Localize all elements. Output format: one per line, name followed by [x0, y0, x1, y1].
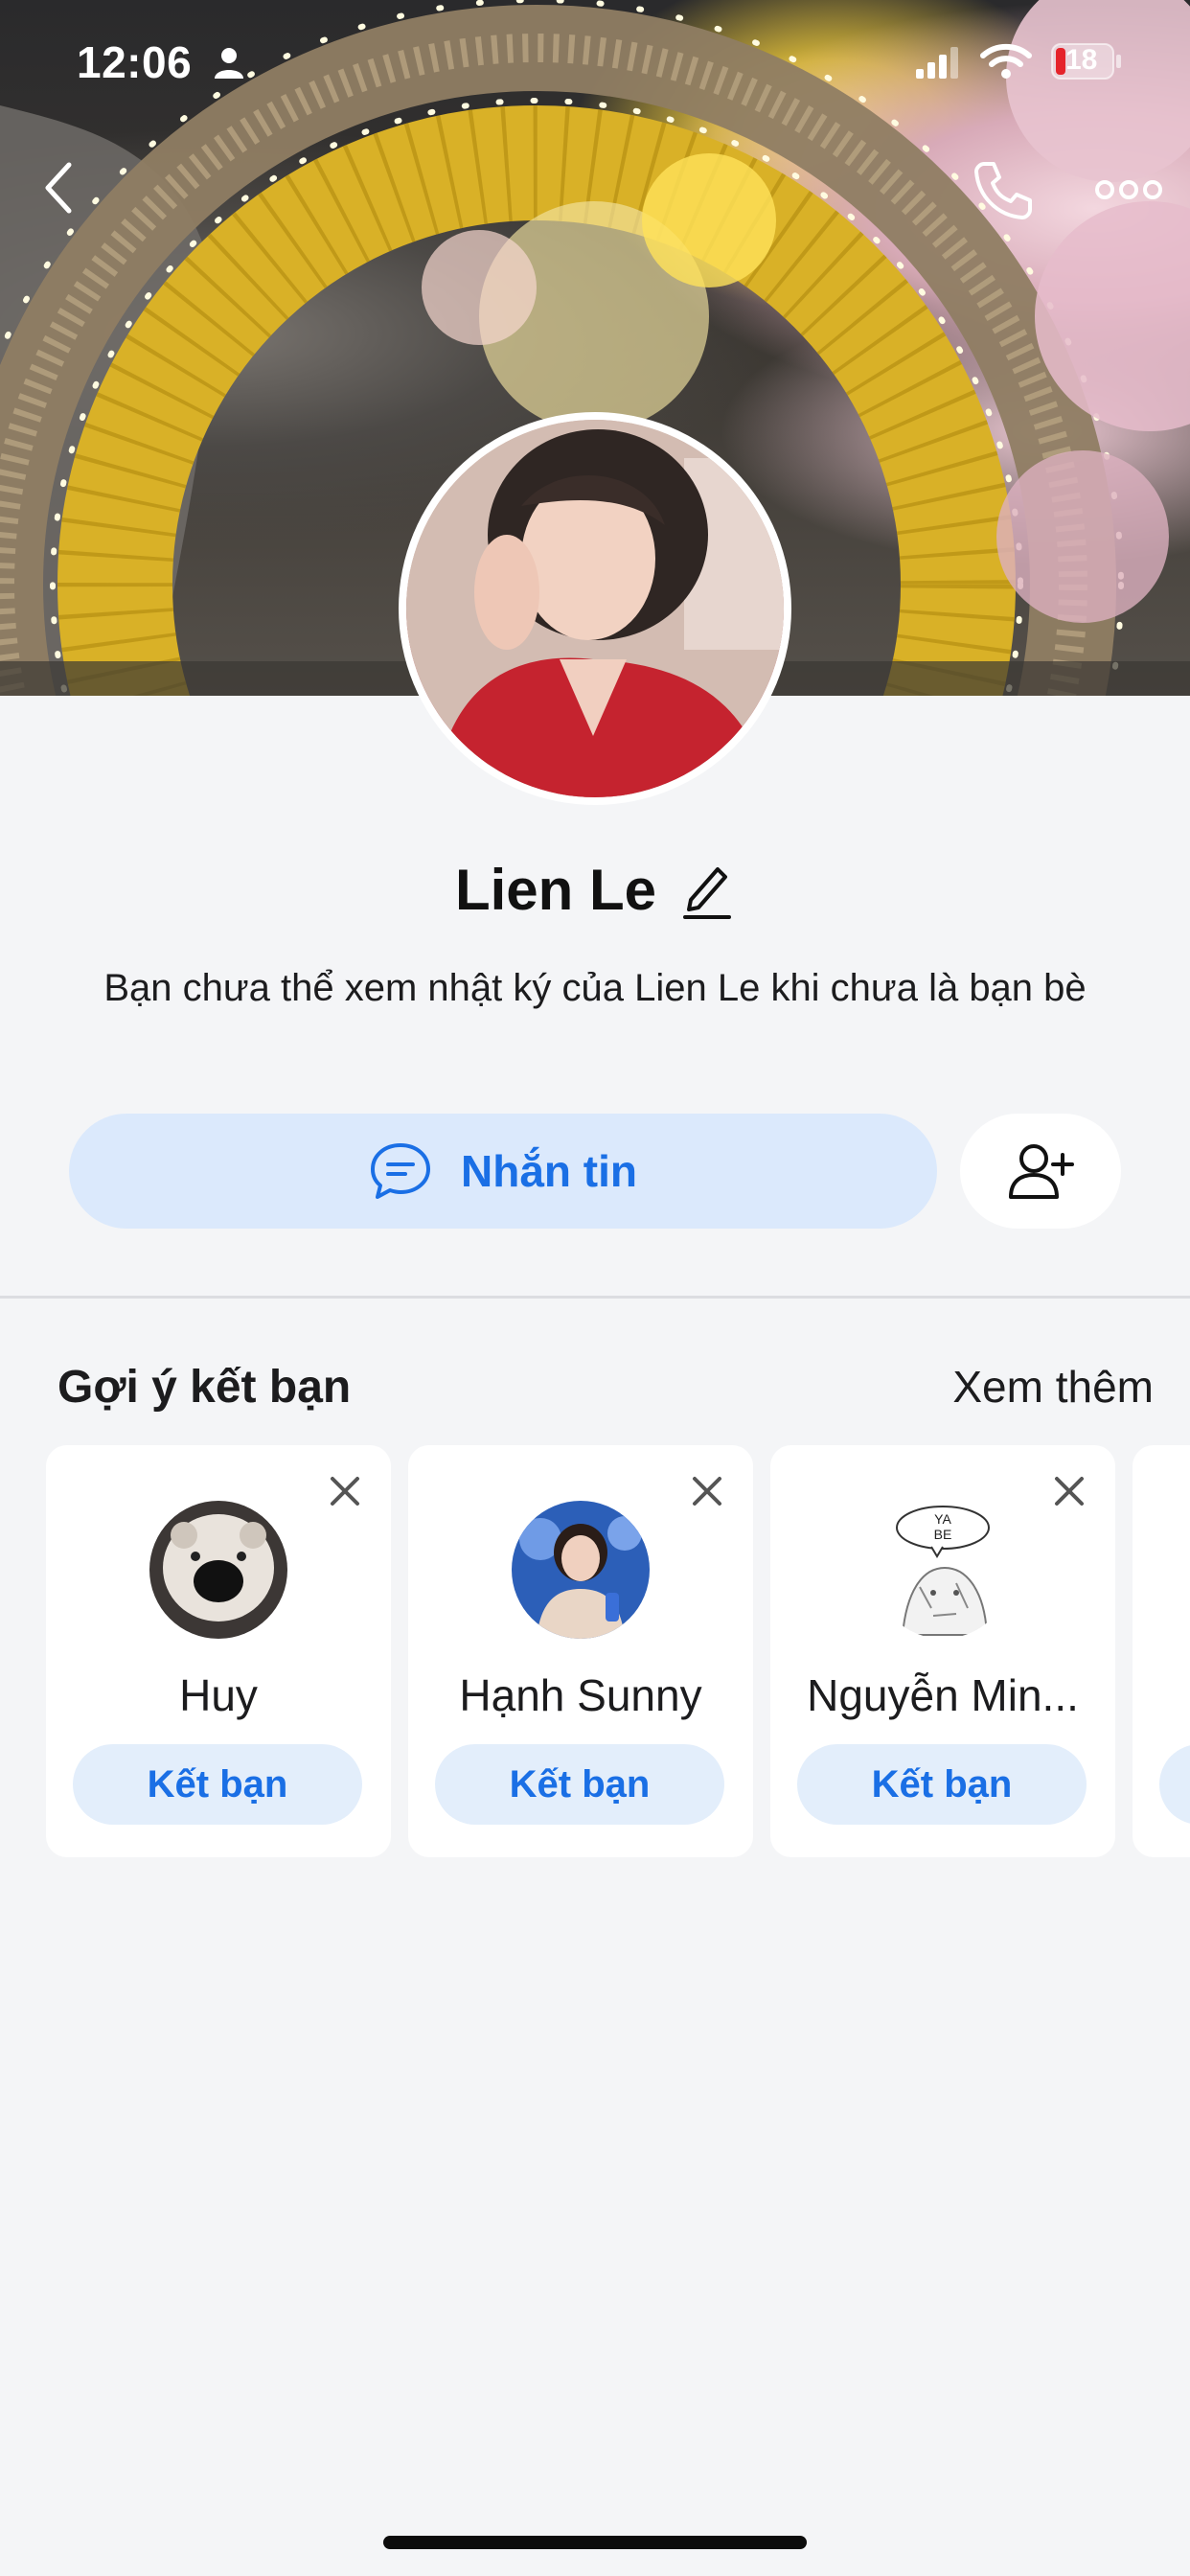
avatar-text-1: YA: [934, 1511, 951, 1527]
suggestion-avatar: [512, 1501, 650, 1639]
add-friend-suggestion-button[interactable]: Kết bạn: [435, 1744, 724, 1825]
see-more-link[interactable]: Xem thêm: [952, 1361, 1154, 1413]
add-friend-icon: [1009, 1144, 1074, 1199]
dismiss-suggestion-button[interactable]: [1044, 1466, 1094, 1516]
suggestion-name: Hạnh Sunny: [459, 1670, 702, 1720]
message-button-label: Nhắn tin: [461, 1146, 637, 1196]
person-icon: [213, 46, 245, 85]
message-button[interactable]: Nhắn tin: [69, 1114, 937, 1229]
avatar-photo: [406, 420, 784, 797]
profile-name-row: Lien Le: [0, 851, 1190, 928]
suggestion-avatar: YA BE: [874, 1501, 1012, 1639]
edit-name-button[interactable]: [677, 858, 735, 921]
home-indicator[interactable]: [383, 2536, 807, 2549]
chevron-left-icon: [45, 162, 72, 214]
pencil-icon: [683, 867, 732, 919]
battery-icon: 18: [1050, 42, 1123, 85]
signal-icon: [916, 46, 962, 83]
suggestion-card[interactable]: Hạnh Sunny Kết bạn: [408, 1445, 753, 1857]
avatar-text-2: BE: [934, 1527, 952, 1542]
close-icon: [331, 1477, 359, 1506]
add-friend-suggestion-button-partial[interactable]: [1159, 1744, 1190, 1825]
profile-name: Lien Le: [454, 857, 657, 922]
dismiss-suggestion-button[interactable]: [320, 1466, 370, 1516]
suggestion-card-partial[interactable]: [1133, 1445, 1190, 1857]
profile-screen: 12:06 18 Lien Le Bạn chưa thể xem nhật k…: [0, 0, 1190, 2576]
add-friend-suggestion-button[interactable]: Kết bạn: [73, 1744, 362, 1825]
diary-privacy-notice: Bạn chưa thể xem nhật ký của Lien Le khi…: [103, 967, 1087, 1009]
more-options-button[interactable]: [1088, 161, 1169, 218]
call-button[interactable]: [966, 153, 1039, 226]
profile-avatar[interactable]: [399, 412, 791, 805]
back-button[interactable]: [33, 153, 82, 222]
phone-icon: [974, 162, 1032, 219]
suggestion-name: Huy: [179, 1670, 258, 1720]
section-divider: [0, 1296, 1190, 1299]
add-friend-button[interactable]: [960, 1114, 1121, 1229]
more-dots-icon: [1095, 180, 1162, 199]
wifi-icon: [979, 42, 1033, 85]
close-icon: [1055, 1477, 1084, 1506]
suggestion-card[interactable]: Huy Kết bạn: [46, 1445, 391, 1857]
suggestion-name: Nguyễn Min...: [807, 1670, 1079, 1720]
suggestions-title: Gợi ý kết bạn: [57, 1362, 352, 1413]
suggestion-card[interactable]: YA BE Nguyễn Min... Kết bạn: [770, 1445, 1115, 1857]
dismiss-suggestion-button[interactable]: [682, 1466, 732, 1516]
add-friend-suggestion-button[interactable]: Kết bạn: [797, 1744, 1087, 1825]
suggestion-avatar: [149, 1501, 287, 1639]
close-icon: [693, 1477, 721, 1506]
chat-bubble-icon: [371, 1143, 430, 1199]
status-time: 12:06: [77, 37, 193, 87]
battery-level: 18: [1065, 44, 1098, 76]
